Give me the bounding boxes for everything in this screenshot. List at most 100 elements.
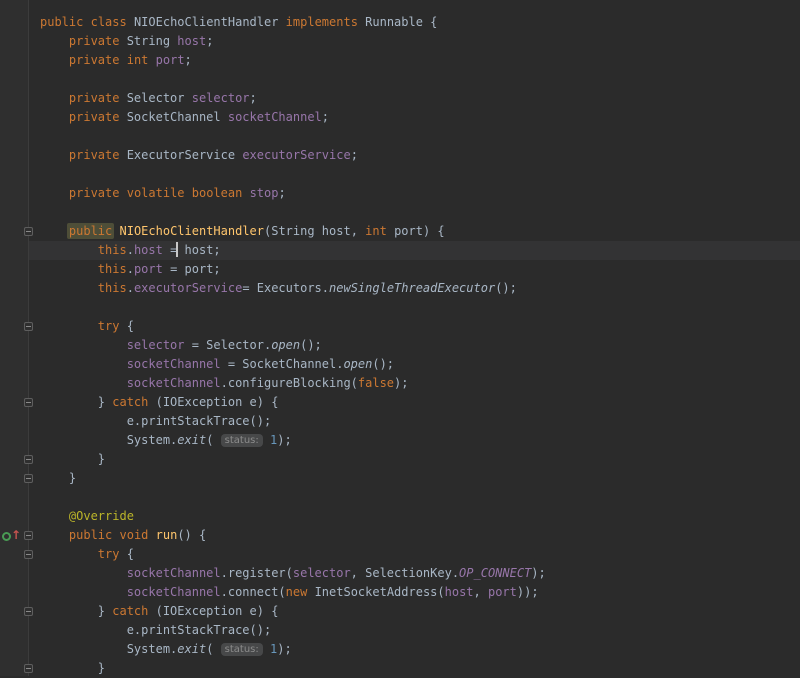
code-line[interactable] [0, 203, 800, 222]
code-line[interactable]: this.executorService= Executors.newSingl… [0, 279, 800, 298]
editor-gutter: ↑ [0, 0, 33, 676]
code-token: { [119, 547, 134, 561]
code-token: socketChannel [126, 585, 221, 599]
code-token: this [97, 281, 127, 295]
fold-marker[interactable] [24, 531, 33, 540]
code-line[interactable]: private Selector selector; [0, 89, 800, 108]
code-token: void [119, 528, 149, 542]
code-token: exit [177, 433, 207, 447]
code-token: } [97, 395, 113, 409]
code-line[interactable]: public void run() { [0, 526, 800, 545]
code-token: e.printStackTrace(); [126, 414, 272, 428]
code-editor: public class NIOEchoClientHandler implem… [0, 0, 800, 676]
code-token: () { [177, 528, 207, 542]
code-token: selector [126, 338, 185, 352]
code-token: private [68, 91, 120, 105]
code-line[interactable] [0, 298, 800, 317]
overrides-method-icon[interactable]: ↑ [2, 528, 21, 543]
fold-marker[interactable] [24, 607, 33, 616]
code-line[interactable]: this.port = port; [0, 260, 800, 279]
code-line[interactable]: e.printStackTrace(); [0, 621, 800, 640]
code-line[interactable]: } [0, 469, 800, 488]
code-token: (); [372, 357, 395, 371]
code-line[interactable]: private volatile boolean stop; [0, 184, 800, 203]
fold-marker[interactable] [24, 550, 33, 559]
code-token: private [68, 110, 120, 124]
code-token: (); [495, 281, 517, 295]
code-token: )); [516, 585, 539, 599]
fold-marker[interactable] [24, 455, 33, 464]
code-line[interactable]: socketChannel.register(selector, Selecti… [0, 564, 800, 583]
code-line[interactable] [0, 488, 800, 507]
code-token: int [365, 224, 387, 238]
code-line[interactable]: private SocketChannel socketChannel; [0, 108, 800, 127]
fold-marker[interactable] [24, 227, 33, 236]
code-token: private [68, 34, 120, 48]
code-line[interactable]: private int port; [0, 51, 800, 70]
fold-marker[interactable] [24, 322, 33, 331]
code-token: public [66, 223, 115, 239]
code-token: volatile [126, 186, 185, 200]
code-token: new [285, 585, 308, 599]
fold-marker[interactable] [24, 474, 33, 483]
code-line[interactable] [0, 165, 800, 184]
code-token: public [68, 528, 113, 542]
code-line[interactable]: socketChannel.configureBlocking(false); [0, 374, 800, 393]
code-token: = [162, 243, 178, 257]
code-line[interactable]: e.printStackTrace(); [0, 412, 800, 431]
code-line[interactable] [0, 70, 800, 89]
code-line[interactable]: } catch (IOException e) { [0, 393, 800, 412]
code-area[interactable]: public class NIOEchoClientHandler implem… [0, 0, 800, 678]
code-token: = Executors. [242, 281, 330, 295]
code-token: ( [206, 433, 221, 447]
code-line[interactable]: try { [0, 317, 800, 336]
code-token: this [97, 262, 127, 276]
code-token: int [126, 53, 149, 67]
parameter-hint-badge: status: [220, 434, 263, 447]
code-token: } [97, 452, 106, 466]
code-token: selector [292, 566, 351, 580]
code-token: = port; [162, 262, 221, 276]
code-line[interactable] [0, 127, 800, 146]
code-token: , SelectionKey. [350, 566, 460, 580]
code-line[interactable]: selector = Selector.open(); [0, 336, 800, 355]
code-line[interactable]: @Override [0, 507, 800, 526]
code-token: private [68, 186, 120, 200]
code-token: ; [206, 34, 214, 48]
code-token: ExecutorService [119, 148, 243, 162]
code-line[interactable]: System.exit( status: 1); [0, 640, 800, 659]
code-line[interactable]: } catch (IOException e) { [0, 602, 800, 621]
code-token: Selector [119, 91, 192, 105]
code-line[interactable]: socketChannel.connect(new InetSocketAddr… [0, 583, 800, 602]
code-token: socketChannel [126, 357, 221, 371]
code-line[interactable]: socketChannel = SocketChannel.open(); [0, 355, 800, 374]
code-token: executorService [242, 148, 351, 162]
code-line[interactable]: public class NIOEchoClientHandler implem… [0, 13, 800, 32]
code-token: boolean [191, 186, 243, 200]
code-line[interactable]: try { [0, 545, 800, 564]
code-token: . [126, 243, 134, 257]
code-line[interactable]: System.exit( status: 1); [0, 431, 800, 450]
code-token: ; [321, 110, 330, 124]
code-line[interactable]: } [0, 450, 800, 469]
code-token: NIOEchoClientHandler [126, 15, 286, 29]
code-token: ); [394, 376, 409, 390]
code-token: socketChannel [126, 566, 221, 580]
code-line[interactable]: } [0, 659, 800, 678]
code-token: host [133, 243, 163, 257]
fold-marker[interactable] [24, 398, 33, 407]
fold-marker[interactable] [24, 664, 33, 673]
code-token: port [155, 53, 185, 67]
code-token: try [97, 547, 120, 561]
code-token: OP_CONNECT [459, 566, 532, 580]
code-line[interactable]: private String host; [0, 32, 800, 51]
code-token: catch [112, 395, 149, 409]
code-token: class [90, 15, 127, 29]
code-line[interactable]: private ExecutorService executorService; [0, 146, 800, 165]
code-line[interactable]: this.host = host; [0, 241, 800, 260]
code-line[interactable]: public NIOEchoClientHandler(String host,… [0, 222, 800, 241]
code-token: this [97, 243, 127, 257]
